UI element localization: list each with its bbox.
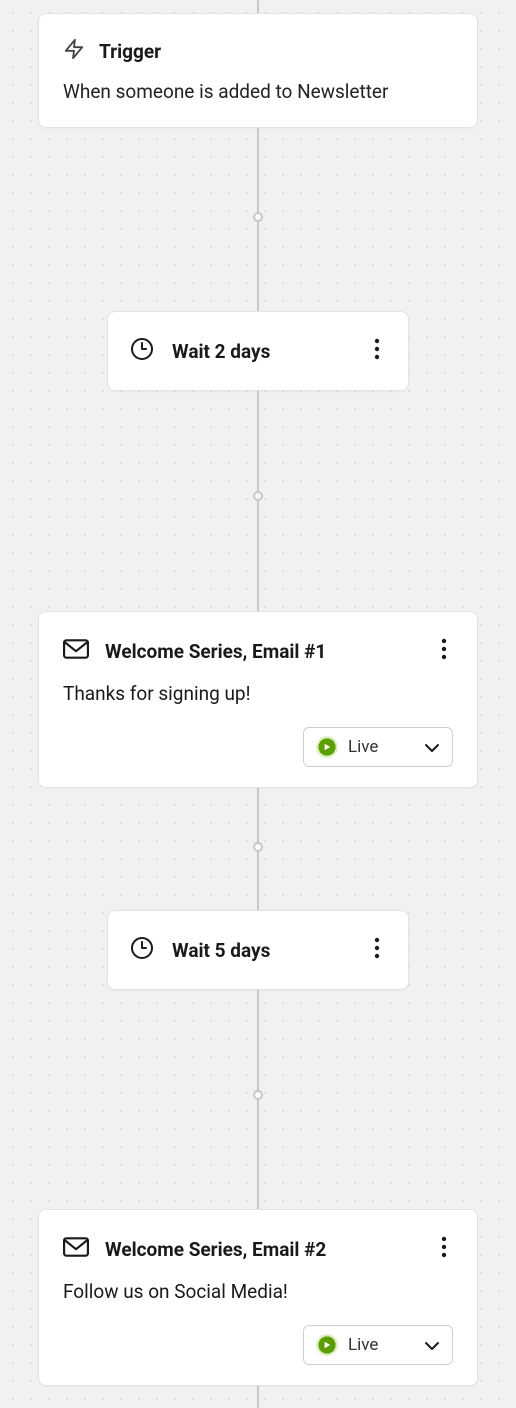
email-status-select[interactable]: Live <box>303 727 453 767</box>
wait-step-label: Wait 5 days <box>172 939 368 962</box>
email-status-label: Live <box>348 737 378 757</box>
more-options-button[interactable] <box>368 334 386 368</box>
more-options-button[interactable] <box>368 933 386 967</box>
lightning-icon <box>63 36 85 66</box>
trigger-title: Trigger <box>99 40 161 63</box>
email-step-title: Welcome Series, Email #2 <box>105 1238 326 1261</box>
more-options-button[interactable] <box>435 634 453 668</box>
flow-add-node-dot[interactable] <box>253 491 263 501</box>
more-options-button[interactable] <box>435 1232 453 1266</box>
email-step-card[interactable]: Welcome Series, Email #2 Follow us on So… <box>38 1209 478 1386</box>
trigger-card[interactable]: Trigger When someone is added to Newslet… <box>38 13 478 128</box>
email-icon <box>63 1237 89 1261</box>
flow-add-node-dot[interactable] <box>253 212 263 222</box>
chevron-down-icon <box>424 738 440 757</box>
flow-add-node-dot[interactable] <box>253 1090 263 1100</box>
play-icon <box>316 736 338 758</box>
email-step-description: Follow us on Social Media! <box>63 1280 453 1303</box>
wait-step-card[interactable]: Wait 2 days <box>107 311 409 391</box>
chevron-down-icon <box>424 1336 440 1355</box>
wait-step-card[interactable]: Wait 5 days <box>107 910 409 990</box>
kebab-icon <box>374 937 380 959</box>
email-step-description: Thanks for signing up! <box>63 682 453 705</box>
email-status-label: Live <box>348 1335 378 1355</box>
trigger-description: When someone is added to Newsletter <box>63 80 453 103</box>
email-icon <box>63 639 89 663</box>
play-icon <box>316 1334 338 1356</box>
email-status-select[interactable]: Live <box>303 1325 453 1365</box>
kebab-icon <box>441 638 447 660</box>
email-step-title: Welcome Series, Email #1 <box>105 640 326 663</box>
clock-icon <box>130 936 154 964</box>
kebab-icon <box>374 338 380 360</box>
flow-add-node-dot[interactable] <box>253 842 263 852</box>
clock-icon <box>130 337 154 365</box>
kebab-icon <box>441 1236 447 1258</box>
wait-step-label: Wait 2 days <box>172 340 368 363</box>
email-step-card[interactable]: Welcome Series, Email #1 Thanks for sign… <box>38 611 478 788</box>
